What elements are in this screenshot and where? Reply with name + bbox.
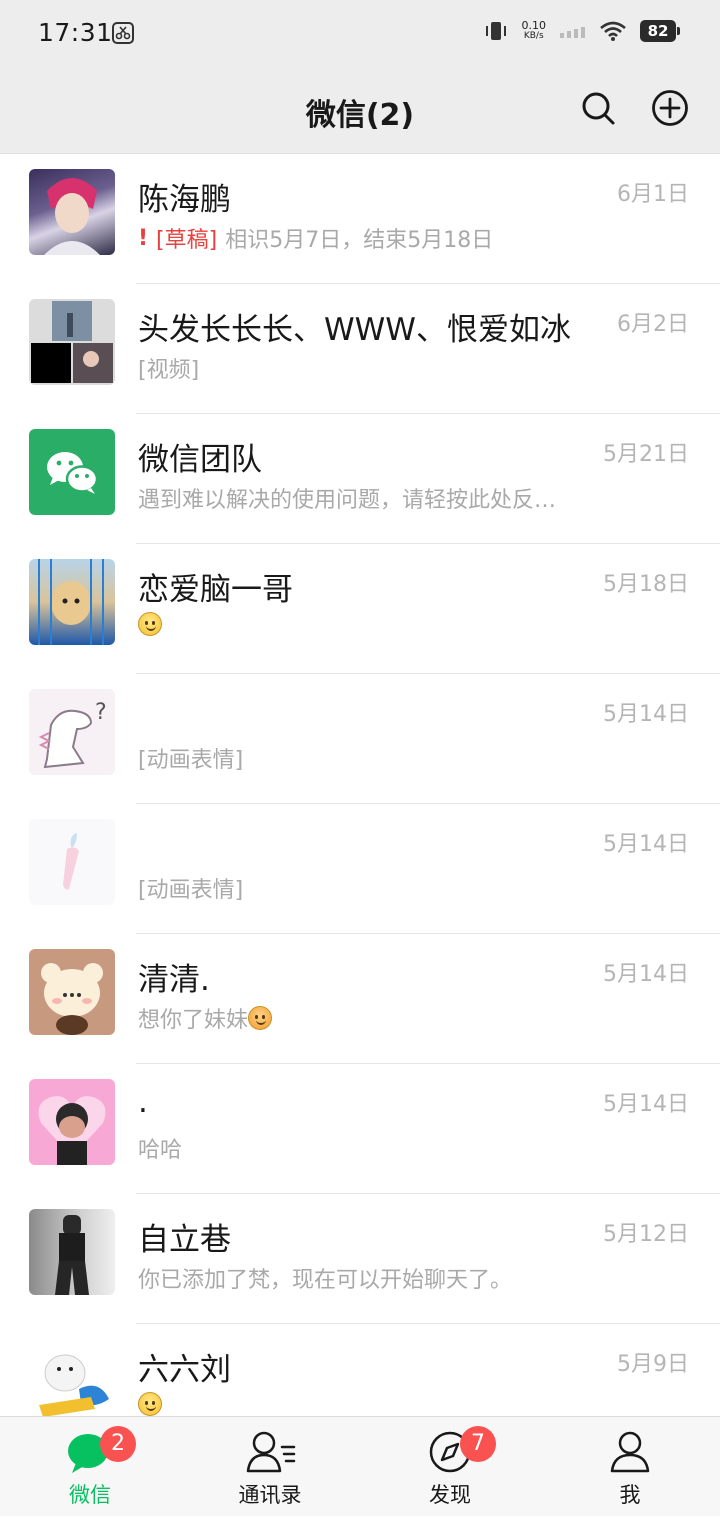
chat-preview bbox=[138, 612, 162, 636]
chat-preview: 哈哈 bbox=[138, 1132, 182, 1164]
screenshot-icon bbox=[112, 22, 134, 44]
chat-preview: 想你了妹妹 bbox=[138, 1002, 273, 1034]
chat-message: 你已添加了梵，现在可以开始聊天了。 bbox=[138, 1268, 513, 1293]
chat-preview: ! [草稿] 相识5月7日，结束5月18日 bbox=[138, 222, 493, 254]
chat-message: [动画表情] bbox=[138, 748, 244, 773]
smile-emoji-icon bbox=[138, 612, 162, 636]
chat-preview: [视频] bbox=[138, 352, 199, 384]
svg-text:?: ? bbox=[95, 700, 107, 725]
chat-preview: [动画表情] bbox=[138, 742, 243, 774]
chat-item[interactable]: . 哈哈 5月14日 bbox=[0, 1064, 720, 1194]
chat-item[interactable]: 微信团队 遇到难以解决的使用问题，请轻按此处反… 5月21日 bbox=[0, 414, 720, 544]
smile-emoji-icon bbox=[138, 1392, 162, 1416]
chat-time: 5月9日 bbox=[617, 1352, 689, 1377]
tab-badge: 2 bbox=[100, 1426, 136, 1462]
chat-preview bbox=[138, 1392, 162, 1416]
seal-avatar bbox=[29, 1339, 115, 1416]
bottom-tab-bar: 2 微信 通讯录 7 发现 我 bbox=[0, 1416, 720, 1516]
chat-time: 5月18日 bbox=[603, 572, 689, 597]
chat-item[interactable]: 恋爱脑一哥 5月18日 bbox=[0, 544, 720, 674]
chat-name: 六六刘 bbox=[138, 1352, 231, 1388]
chat-item[interactable]: 六六刘 5月9日 bbox=[0, 1324, 720, 1416]
chat-name: . bbox=[138, 1084, 148, 1120]
status-time: 17:31 bbox=[38, 18, 113, 47]
chat-message: 想你了妹妹 bbox=[138, 1008, 249, 1033]
chat-item[interactable]: [动画表情] 5月14日 bbox=[0, 804, 720, 934]
tab-discover[interactable]: 7 发现 bbox=[360, 1417, 540, 1517]
chat-message: [动画表情] bbox=[138, 878, 244, 903]
chat-name: 头发长长长、WWW、恨爱如冰 bbox=[138, 312, 571, 348]
status-bar: 17:31 0.10 KB/s 82 bbox=[0, 0, 720, 66]
chat-preview: 遇到难以解决的使用问题，请轻按此处反… bbox=[138, 482, 556, 514]
tab-badge: 7 bbox=[460, 1426, 496, 1462]
carrot-avatar bbox=[29, 819, 115, 905]
person-icon bbox=[610, 1431, 650, 1473]
chat-message: 遇到难以解决的使用问题，请轻按此处反… bbox=[138, 488, 557, 513]
add-icon[interactable] bbox=[650, 88, 690, 128]
tab-label: 微信 bbox=[69, 1483, 111, 1507]
chat-item[interactable]: 头发长长长、WWW、恨爱如冰 [视频] 6月2日 bbox=[0, 284, 720, 414]
chat-name: 微信团队 bbox=[138, 442, 262, 478]
tab-me[interactable]: 我 bbox=[540, 1417, 720, 1517]
signal-icon bbox=[560, 27, 585, 38]
chat-message: [视频] bbox=[138, 358, 200, 383]
tab-label: 通讯录 bbox=[238, 1483, 302, 1507]
search-icon[interactable] bbox=[578, 88, 618, 128]
app-header: 微信(2) bbox=[0, 66, 720, 154]
vibrate-icon bbox=[485, 22, 506, 40]
draft-tag: [草稿] bbox=[156, 228, 218, 253]
pink-heart-avatar bbox=[29, 1079, 115, 1165]
tab-contacts[interactable]: 通讯录 bbox=[180, 1417, 360, 1517]
chat-time: 5月14日 bbox=[603, 962, 689, 987]
chat-message: 相识5月7日，结束5月18日 bbox=[225, 228, 494, 253]
tab-label: 发现 bbox=[429, 1483, 471, 1507]
network-speed: 0.10 KB/s bbox=[521, 19, 547, 41]
chat-message: 哈哈 bbox=[138, 1138, 183, 1163]
puppy-avatar bbox=[29, 559, 115, 645]
chat-list: 陈海鹏 ! [草稿] 相识5月7日，结束5月18日 6月1日 头发长长长、WWW… bbox=[0, 154, 720, 1416]
chat-name: 恋爱脑一哥 bbox=[138, 572, 293, 608]
person-photo-avatar bbox=[29, 1209, 115, 1295]
draft-alert-icon: ! bbox=[138, 225, 149, 251]
tab-label: 我 bbox=[619, 1483, 641, 1507]
chat-item[interactable]: 自立巷 你已添加了梵，现在可以开始聊天了。 5月12日 bbox=[0, 1194, 720, 1324]
chat-time: 5月21日 bbox=[603, 442, 689, 467]
chat-item[interactable]: ? [动画表情] 5月14日 bbox=[0, 674, 720, 804]
chat-item[interactable]: 陈海鹏 ! [草稿] 相识5月7日，结束5月18日 6月1日 bbox=[0, 154, 720, 284]
wechat-logo-avatar bbox=[29, 429, 115, 515]
angry-emoji-icon bbox=[248, 1006, 273, 1030]
chat-item[interactable]: 清清. 想你了妹妹 5月14日 bbox=[0, 934, 720, 1064]
dinosaur-avatar: ? bbox=[29, 689, 115, 775]
chat-name: 自立巷 bbox=[138, 1222, 231, 1258]
chat-time: 6月2日 bbox=[617, 312, 689, 337]
group-collage-avatar bbox=[29, 299, 115, 385]
chat-name: 陈海鹏 bbox=[138, 182, 231, 218]
chat-time: 6月1日 bbox=[617, 182, 689, 207]
contacts-icon bbox=[246, 1431, 296, 1473]
tab-chats[interactable]: 2 微信 bbox=[0, 1417, 180, 1517]
bear-avatar bbox=[29, 949, 115, 1035]
chat-time: 5月14日 bbox=[603, 832, 689, 857]
chat-time: 5月12日 bbox=[603, 1222, 689, 1247]
anime-boy-avatar bbox=[29, 169, 115, 255]
chat-time: 5月14日 bbox=[603, 1092, 689, 1117]
chat-preview: 你已添加了梵，现在可以开始聊天了。 bbox=[138, 1262, 512, 1294]
chat-name: 清清. bbox=[138, 962, 210, 998]
battery-indicator: 82 bbox=[640, 20, 680, 42]
chat-time: 5月14日 bbox=[603, 702, 689, 727]
wifi-icon bbox=[600, 21, 626, 41]
chat-preview: [动画表情] bbox=[138, 872, 243, 904]
